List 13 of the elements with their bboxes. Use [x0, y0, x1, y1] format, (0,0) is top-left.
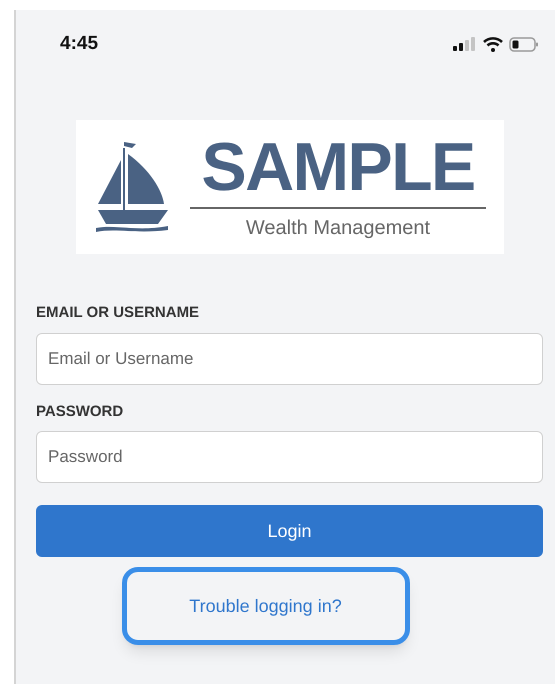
- logo-title: SAMPLE: [201, 131, 475, 203]
- input-field[interactable]: Email or Username: [36, 332, 543, 384]
- login-button[interactable]: Login: [36, 505, 543, 557]
- status-time: 4:45: [60, 32, 98, 56]
- trouble-login-link[interactable]: Trouble logging in?: [122, 567, 410, 645]
- field-label: PASSWORD: [36, 402, 124, 422]
- battery-icon: [509, 36, 539, 52]
- field-label: EMAIL OR USERNAME: [36, 303, 200, 323]
- input-field[interactable]: Password: [36, 431, 543, 483]
- signal-icon: [453, 37, 477, 51]
- sailboat-icon: [96, 140, 170, 234]
- logo-tagline: Wealth Management: [246, 216, 430, 241]
- wifi-icon: [483, 36, 503, 52]
